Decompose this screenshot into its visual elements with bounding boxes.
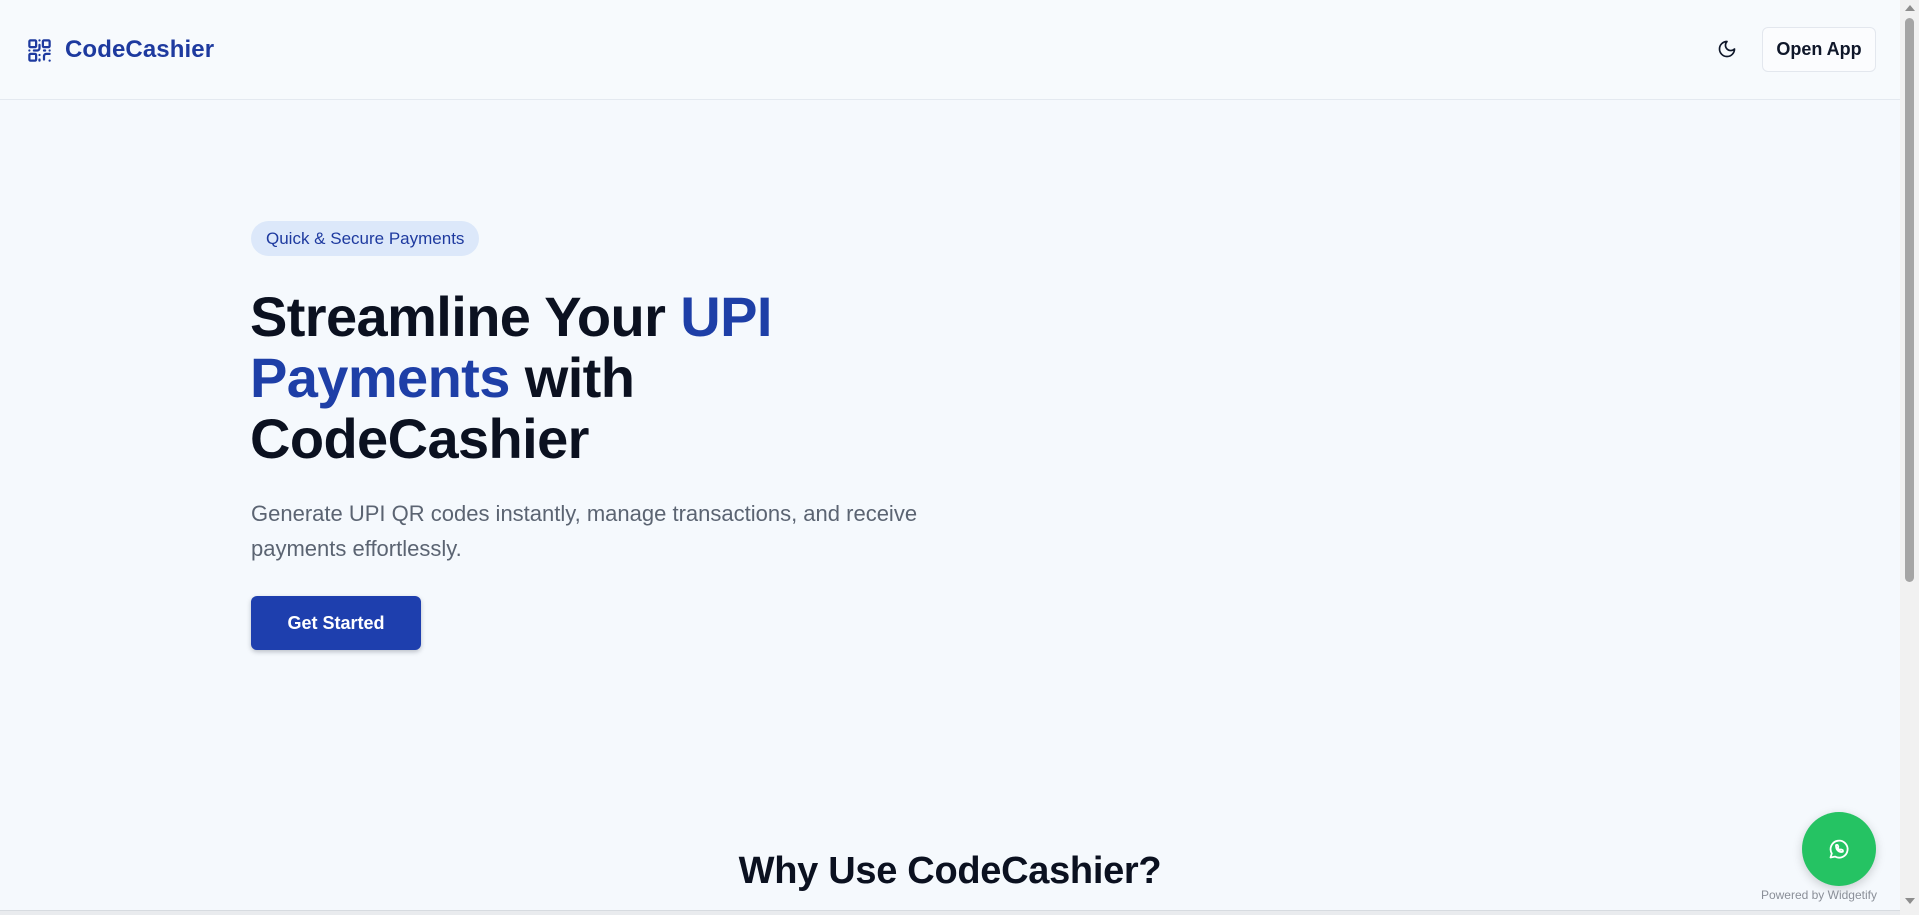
scroll-up-arrow-icon[interactable] <box>1905 5 1915 11</box>
scrollbar-thumb[interactable] <box>1905 18 1914 582</box>
hero-title-part1: Streamline Your <box>250 285 681 348</box>
vertical-scrollbar[interactable] <box>1900 0 1919 915</box>
landing-page: CodeCashier Open App Quick & Secure Paym… <box>0 0 1919 915</box>
whatsapp-chat-button[interactable] <box>1802 812 1876 886</box>
hero-subtitle: Generate UPI QR codes instantly, manage … <box>251 501 918 561</box>
whatsapp-icon <box>1829 839 1849 859</box>
hero-title: Streamline Your UPI Payments with CodeCa… <box>250 286 890 469</box>
horizontal-scrollbar-edge <box>0 910 1900 915</box>
qr-code-icon <box>28 38 51 62</box>
hero-badge: Quick & Secure Payments <box>251 221 480 256</box>
powered-by-text[interactable]: Powered by Widgetify <box>1755 888 1877 902</box>
moon-icon <box>1718 40 1736 58</box>
features-heading: Why Use CodeCashier? <box>738 850 1162 892</box>
get-started-button[interactable]: Get Started <box>251 596 421 650</box>
brand-name: CodeCashier <box>65 36 215 63</box>
top-navbar: CodeCashier Open App <box>0 0 1900 100</box>
brand-logo[interactable]: CodeCashier <box>26 33 214 67</box>
open-app-button[interactable]: Open App <box>1762 27 1876 72</box>
scroll-down-arrow-icon[interactable] <box>1905 898 1915 904</box>
theme-toggle-button[interactable] <box>1714 36 1740 62</box>
